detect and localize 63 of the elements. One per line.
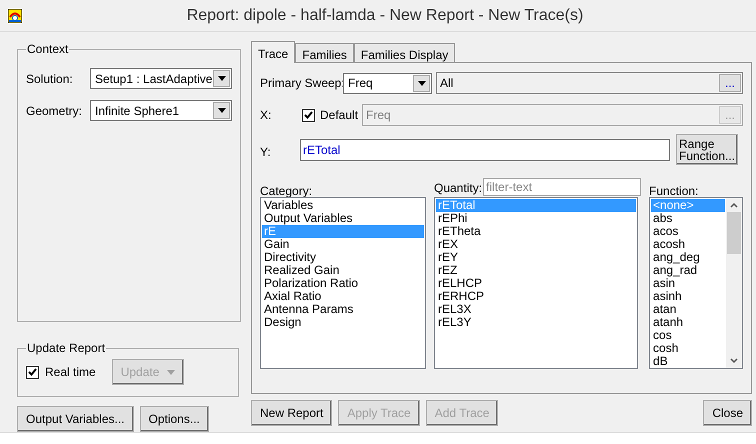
y-field[interactable]: rETotal: [300, 138, 670, 160]
group-title: Update Report: [26, 340, 106, 357]
list-item[interactable]: rEX: [436, 238, 636, 251]
list-item[interactable]: Gain: [262, 238, 424, 251]
list-item[interactable]: rEZ: [436, 264, 636, 277]
list-item[interactable]: rELHCP: [436, 277, 636, 290]
list-item[interactable]: cosh: [651, 342, 726, 355]
button[interactable]: Output Variables...: [17, 406, 134, 432]
list-item[interactable]: atan: [651, 303, 726, 316]
scrollbar[interactable]: [726, 198, 742, 368]
list-item[interactable]: Variables: [262, 199, 424, 212]
list-item[interactable]: acos: [651, 225, 726, 238]
tab[interactable]: Families Display: [354, 43, 456, 62]
list-item[interactable]: Output Variables: [262, 212, 424, 225]
range-function-button[interactable]: Range Function...: [676, 134, 738, 165]
list-item[interactable]: rEPhi: [436, 212, 636, 225]
list-item[interactable]: ang_rad: [651, 264, 726, 277]
dropdown[interactable]: Freq: [343, 72, 432, 94]
field-label: Y:: [260, 144, 272, 160]
checkbox[interactable]: [26, 366, 39, 378]
field-label: Primary Sweep:: [260, 75, 343, 92]
list-item[interactable]: rEL3X: [436, 303, 636, 316]
list-item[interactable]: cos: [651, 329, 726, 342]
button[interactable]: Options...: [140, 406, 209, 432]
dropdown[interactable]: Setup1 : LastAdaptive: [90, 68, 232, 89]
list-label: Category:: [260, 183, 314, 197]
window-title: Report: dipole - half-lamda - New Report - New Trace(s): [186, 6, 584, 26]
tab[interactable]: Trace: [251, 41, 296, 63]
field-label: Geometry:: [26, 102, 82, 120]
app-icon: [8, 8, 22, 22]
list-item[interactable]: Polarization Ratio: [262, 277, 424, 290]
list-item[interactable]: Axial Ratio: [262, 290, 424, 303]
list-item[interactable]: asin: [651, 277, 726, 290]
field-label: Solution:: [26, 70, 74, 88]
filter-field[interactable]: filter-text: [483, 178, 642, 196]
list-label: Quantity:: [434, 180, 482, 197]
dropdown[interactable]: Infinite Sphere1: [90, 100, 232, 121]
browse-button[interactable]: ...: [719, 74, 742, 92]
list-item[interactable]: acosh: [651, 238, 726, 251]
tab[interactable]: Families: [295, 43, 354, 62]
list-label: Function:: [649, 183, 700, 197]
caret-icon: [167, 370, 176, 374]
sweep-field[interactable]: All ...: [436, 72, 744, 94]
list-item[interactable]: Antenna Params: [262, 303, 424, 316]
field-label: X:: [260, 107, 272, 124]
list-item[interactable]: rEL3Y: [436, 316, 636, 329]
checkbox-label: Real time: [45, 364, 96, 381]
list-item[interactable]: Directivity: [262, 251, 424, 264]
list-item[interactable]: Design: [262, 316, 424, 329]
button[interactable]: New Report: [251, 400, 332, 426]
close-button[interactable]: Close: [703, 400, 752, 426]
group-title: Context: [26, 41, 70, 58]
list-item[interactable]: rEY: [436, 251, 636, 264]
checkbox-label: Default: [320, 107, 358, 124]
list-item[interactable]: asinh: [651, 290, 726, 303]
list-item[interactable]: ang_deg: [651, 251, 726, 264]
list-item[interactable]: rERHCP: [436, 290, 636, 303]
list-item[interactable]: rETheta: [436, 225, 636, 238]
list-item[interactable]: Realized Gain: [262, 264, 424, 277]
scroll-thumb[interactable]: [727, 212, 742, 254]
list-item[interactable]: atanh: [651, 316, 726, 329]
list-item[interactable]: dB: [651, 355, 726, 368]
list-item[interactable]: abs: [651, 212, 726, 225]
